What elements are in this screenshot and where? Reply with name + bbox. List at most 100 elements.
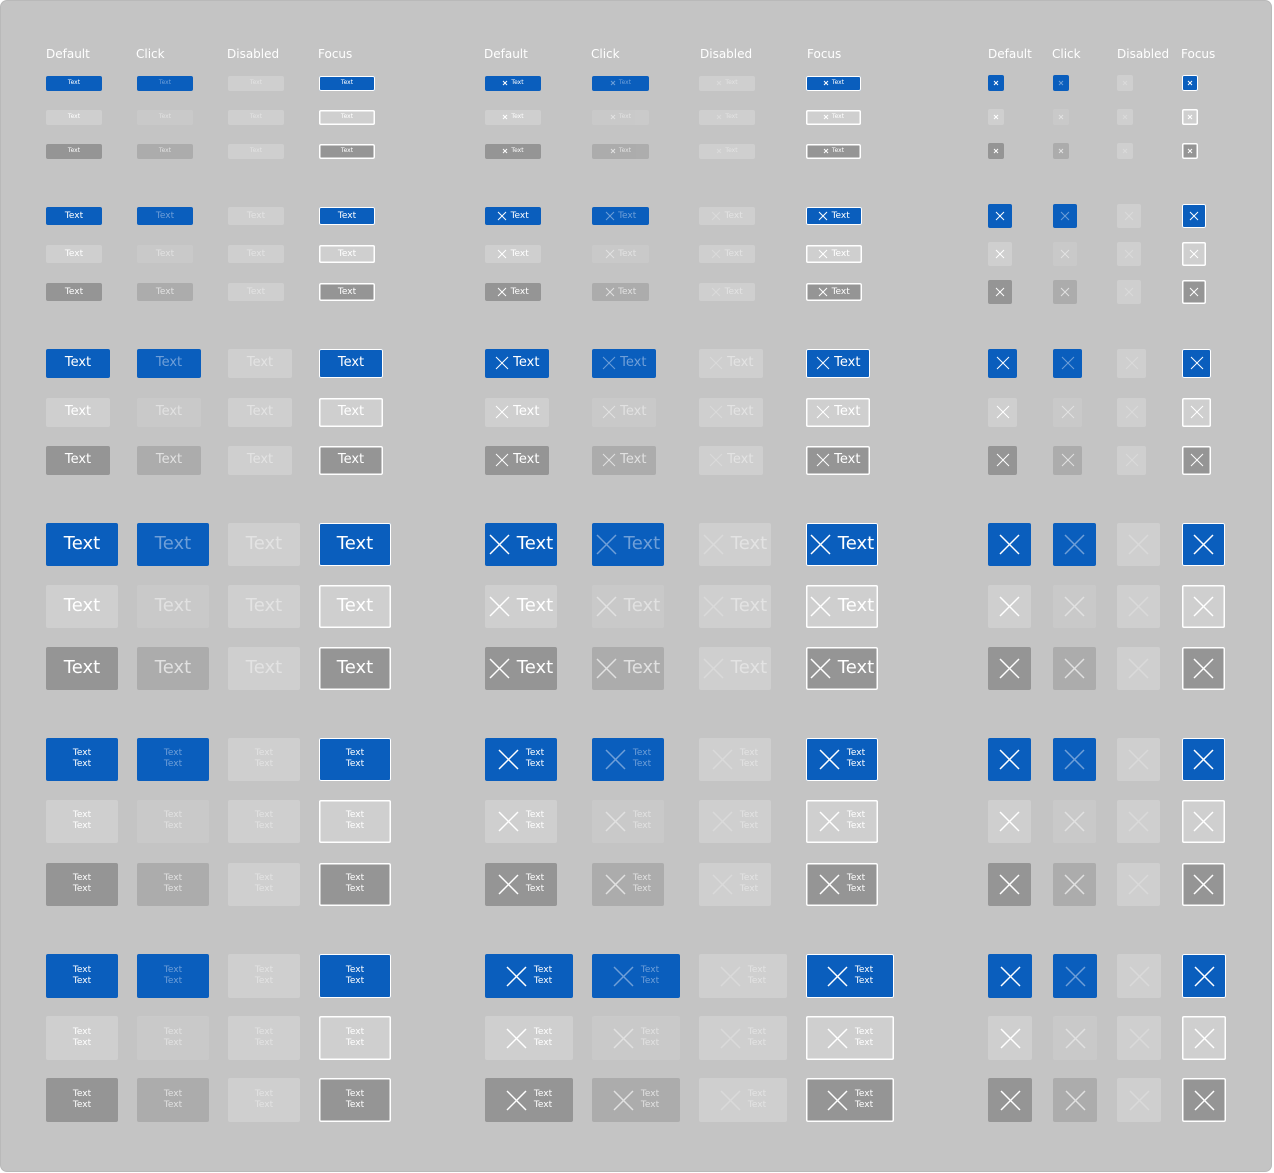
icon-button-xs-primary-default[interactable] [988, 75, 1004, 91]
text-button-m-tertiary-default[interactable]: Text [46, 445, 110, 475]
icon-button-xl-two-line-primary-default[interactable] [988, 737, 1031, 781]
icon-button-m-secondary-click[interactable] [1053, 397, 1082, 427]
text-button-xl-two-line-wide-primary-focus[interactable]: Text Text [319, 954, 391, 998]
icon-button-s-primary-focus[interactable] [1182, 204, 1206, 228]
text-button-m-secondary-default[interactable]: Text [46, 397, 110, 427]
text-button-m-secondary-focus[interactable]: Text [319, 397, 383, 427]
icon-text-button-xl-two-line-wide-tertiary-click[interactable]: Text Text [592, 1078, 680, 1122]
icon-text-button-m-secondary-default[interactable]: Text [485, 397, 549, 427]
text-button-s-primary-click[interactable]: Text [137, 207, 193, 225]
icon-text-button-s-tertiary-click[interactable]: Text [592, 283, 649, 301]
icon-text-button-m-primary-focus[interactable]: Text [806, 348, 870, 378]
text-button-xl-two-line-wide-secondary-click[interactable]: Text Text [137, 1016, 209, 1060]
icon-button-xl-two-line-wide-secondary-click[interactable] [1053, 1016, 1097, 1060]
text-button-xs-secondary-default[interactable]: Text [46, 109, 102, 125]
icon-text-button-xs-tertiary-focus[interactable]: Text [806, 143, 861, 159]
icon-text-button-s-secondary-default[interactable]: Text [485, 245, 541, 263]
text-button-m-tertiary-click[interactable]: Text [137, 445, 201, 475]
text-button-xl-two-line-primary-default[interactable]: Text Text [46, 737, 118, 781]
text-button-l-tertiary-click[interactable]: Text [137, 646, 209, 690]
text-button-xl-two-line-primary-focus[interactable]: Text Text [319, 737, 391, 781]
icon-text-button-xl-two-line-tertiary-focus[interactable]: Text Text [806, 862, 878, 906]
icon-button-xs-tertiary-default[interactable] [988, 143, 1004, 159]
icon-button-xl-two-line-secondary-default[interactable] [988, 799, 1031, 843]
icon-button-l-tertiary-default[interactable] [988, 646, 1031, 690]
text-button-l-tertiary-default[interactable]: Text [46, 646, 118, 690]
icon-button-xl-two-line-secondary-click[interactable] [1053, 799, 1096, 843]
text-button-xl-two-line-wide-primary-click[interactable]: Text Text [137, 954, 209, 998]
text-button-m-primary-focus[interactable]: Text [319, 348, 383, 378]
icon-button-l-primary-focus[interactable] [1182, 522, 1225, 566]
text-button-l-primary-focus[interactable]: Text [319, 522, 391, 566]
text-button-s-secondary-click[interactable]: Text [137, 245, 193, 263]
text-button-xl-two-line-wide-tertiary-focus[interactable]: Text Text [319, 1078, 391, 1122]
icon-button-m-secondary-default[interactable] [988, 397, 1017, 427]
icon-button-m-tertiary-default[interactable] [988, 445, 1017, 475]
text-button-xs-tertiary-click[interactable]: Text [137, 143, 193, 159]
text-button-l-primary-click[interactable]: Text [137, 522, 209, 566]
icon-button-l-primary-default[interactable] [988, 522, 1031, 566]
icon-text-button-xl-two-line-wide-primary-click[interactable]: Text Text [592, 954, 680, 998]
text-button-xl-two-line-secondary-focus[interactable]: Text Text [319, 799, 391, 843]
icon-button-l-tertiary-click[interactable] [1053, 646, 1096, 690]
icon-text-button-m-primary-click[interactable]: Text [592, 348, 656, 378]
icon-button-xl-two-line-secondary-focus[interactable] [1182, 799, 1225, 843]
text-button-l-primary-default[interactable]: Text [46, 522, 118, 566]
icon-text-button-xl-two-line-primary-click[interactable]: Text Text [592, 737, 664, 781]
icon-button-m-primary-focus[interactable] [1182, 348, 1211, 378]
icon-text-button-xl-two-line-secondary-default[interactable]: Text Text [485, 799, 557, 843]
icon-button-l-secondary-click[interactable] [1053, 584, 1096, 628]
icon-button-xl-two-line-wide-primary-default[interactable] [988, 954, 1032, 998]
icon-text-button-xs-primary-focus[interactable]: Text [806, 75, 861, 91]
icon-button-s-secondary-click[interactable] [1053, 242, 1077, 266]
text-button-xs-secondary-click[interactable]: Text [137, 109, 193, 125]
icon-button-m-secondary-focus[interactable] [1182, 397, 1211, 427]
icon-button-l-primary-click[interactable] [1053, 522, 1096, 566]
icon-text-button-l-secondary-click[interactable]: Text [592, 584, 664, 628]
icon-text-button-m-tertiary-click[interactable]: Text [592, 445, 656, 475]
icon-button-s-tertiary-click[interactable] [1053, 280, 1077, 304]
text-button-l-secondary-click[interactable]: Text [137, 584, 209, 628]
icon-button-m-primary-default[interactable] [988, 348, 1017, 378]
text-button-m-primary-default[interactable]: Text [46, 348, 110, 378]
icon-button-s-primary-click[interactable] [1053, 204, 1077, 228]
icon-text-button-xl-two-line-secondary-focus[interactable]: Text Text [806, 799, 878, 843]
text-button-s-tertiary-click[interactable]: Text [137, 283, 193, 301]
icon-text-button-xl-two-line-primary-focus[interactable]: Text Text [806, 737, 878, 781]
text-button-xl-two-line-secondary-click[interactable]: Text Text [137, 799, 209, 843]
text-button-s-secondary-focus[interactable]: Text [319, 245, 375, 263]
text-button-m-tertiary-focus[interactable]: Text [319, 445, 383, 475]
icon-text-button-l-secondary-focus[interactable]: Text [806, 584, 878, 628]
text-button-m-primary-click[interactable]: Text [137, 348, 201, 378]
icon-text-button-xl-two-line-tertiary-click[interactable]: Text Text [592, 862, 664, 906]
icon-button-xl-two-line-wide-tertiary-click[interactable] [1053, 1078, 1097, 1122]
icon-button-xl-two-line-tertiary-default[interactable] [988, 862, 1031, 906]
text-button-xl-two-line-primary-click[interactable]: Text Text [137, 737, 209, 781]
icon-button-m-tertiary-click[interactable] [1053, 445, 1082, 475]
icon-text-button-l-primary-click[interactable]: Text [592, 522, 664, 566]
icon-button-m-tertiary-focus[interactable] [1182, 445, 1211, 475]
text-button-xl-two-line-wide-primary-default[interactable]: Text Text [46, 954, 118, 998]
icon-button-xl-two-line-wide-secondary-default[interactable] [988, 1016, 1032, 1060]
icon-button-xl-two-line-tertiary-focus[interactable] [1182, 862, 1225, 906]
icon-button-s-tertiary-focus[interactable] [1182, 280, 1206, 304]
icon-text-button-m-primary-default[interactable]: Text [485, 348, 549, 378]
icon-text-button-s-secondary-click[interactable]: Text [592, 245, 649, 263]
icon-text-button-xl-two-line-tertiary-default[interactable]: Text Text [485, 862, 557, 906]
icon-button-m-primary-click[interactable] [1053, 348, 1082, 378]
text-button-xs-primary-default[interactable]: Text [46, 75, 102, 91]
icon-text-button-l-tertiary-click[interactable]: Text [592, 646, 664, 690]
icon-button-l-tertiary-focus[interactable] [1182, 646, 1225, 690]
icon-text-button-xl-two-line-secondary-click[interactable]: Text Text [592, 799, 664, 843]
icon-text-button-m-secondary-focus[interactable]: Text [806, 397, 870, 427]
icon-text-button-s-tertiary-default[interactable]: Text [485, 283, 541, 301]
text-button-l-secondary-default[interactable]: Text [46, 584, 118, 628]
icon-button-xl-two-line-wide-primary-focus[interactable] [1182, 954, 1226, 998]
icon-button-xs-tertiary-focus[interactable] [1182, 143, 1198, 159]
icon-button-s-primary-default[interactable] [988, 204, 1012, 228]
icon-button-xl-two-line-wide-secondary-focus[interactable] [1182, 1016, 1226, 1060]
icon-button-xl-two-line-wide-primary-click[interactable] [1053, 954, 1097, 998]
icon-button-xl-two-line-wide-tertiary-focus[interactable] [1182, 1078, 1226, 1122]
icon-text-button-xs-primary-default[interactable]: Text [485, 75, 541, 91]
text-button-xs-primary-click[interactable]: Text [137, 75, 193, 91]
